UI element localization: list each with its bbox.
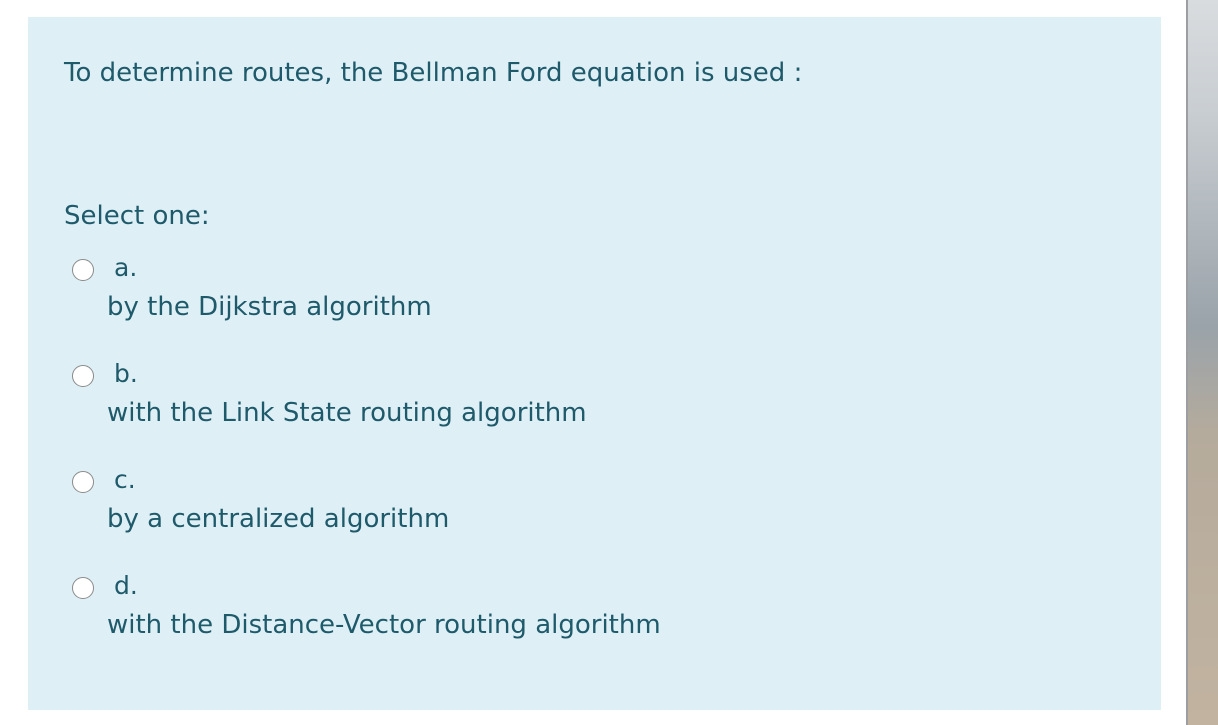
- radio-option-b[interactable]: [72, 365, 94, 387]
- option-c[interactable]: c. by a centralized algorithm: [72, 465, 1072, 561]
- select-one-prompt: Select one:: [64, 201, 210, 231]
- page: To determine routes, the Bellman Ford eq…: [0, 0, 1218, 725]
- option-b[interactable]: b. with the Link State routing algorithm: [72, 359, 1072, 455]
- radio-option-a[interactable]: [72, 259, 94, 281]
- option-c-label[interactable]: by a centralized algorithm: [107, 504, 449, 534]
- option-b-label[interactable]: with the Link State routing algorithm: [107, 398, 587, 428]
- option-b-letter: b.: [114, 359, 138, 388]
- option-d[interactable]: d. with the Distance-Vector routing algo…: [72, 571, 1072, 667]
- option-a-letter: a.: [114, 253, 138, 282]
- radio-option-c[interactable]: [72, 471, 94, 493]
- background-strip: [1188, 0, 1218, 725]
- option-a[interactable]: a. by the Dijkstra algorithm: [72, 253, 1072, 349]
- question-text: To determine routes, the Bellman Ford eq…: [64, 58, 803, 88]
- radio-option-d[interactable]: [72, 577, 94, 599]
- option-d-label[interactable]: with the Distance-Vector routing algorit…: [107, 610, 661, 640]
- option-a-label[interactable]: by the Dijkstra algorithm: [107, 292, 432, 322]
- option-c-letter: c.: [114, 465, 136, 494]
- question-card: To determine routes, the Bellman Ford eq…: [28, 17, 1161, 710]
- option-d-letter: d.: [114, 571, 138, 600]
